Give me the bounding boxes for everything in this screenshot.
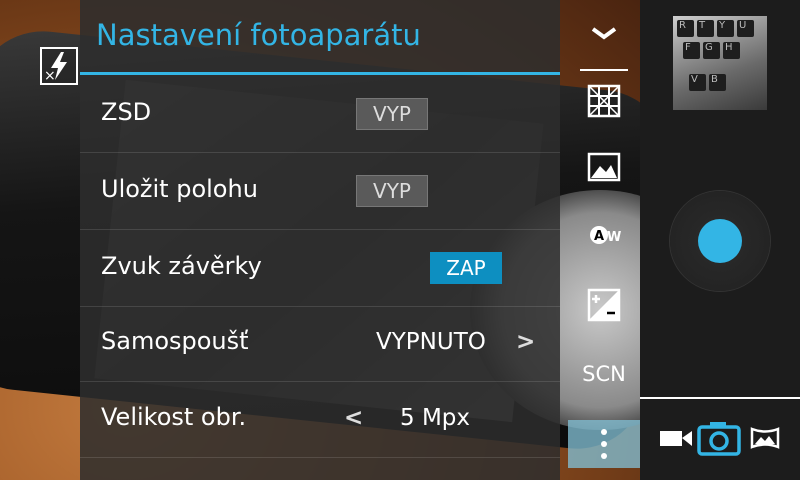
thumbnail-key: F	[683, 42, 700, 59]
last-photo-thumbnail[interactable]: R T Y U F G H V B	[673, 16, 767, 110]
thumbnail-key: V	[689, 74, 706, 91]
svg-text:W: W	[607, 230, 621, 245]
grid-icon	[587, 84, 621, 118]
setting-row-shutter-sound[interactable]: Zvuk závěrky ZAP	[80, 230, 560, 307]
thumbnail-key: Y	[717, 20, 734, 37]
setting-label: Samospoušť	[101, 327, 249, 355]
thumbnail-key: R	[677, 20, 694, 37]
panorama-mode-icon	[750, 427, 780, 449]
setting-label: Uložit polohu	[101, 175, 258, 203]
thumbnail-key: H	[723, 42, 740, 59]
title-divider	[80, 72, 560, 75]
setting-label: ZSD	[101, 98, 152, 126]
more-menu-button[interactable]	[568, 420, 640, 468]
white-balance-auto-icon: A W	[590, 226, 621, 245]
exposure-icon	[587, 288, 621, 322]
thumbnail-key: T	[697, 20, 714, 37]
thumbnail-key: U	[737, 20, 754, 37]
camera-settings-panel: Nastavení fotoaparátu ZSD VYP Uložit pol…	[80, 0, 560, 480]
camera-toolbar: A W SCN	[568, 0, 640, 480]
panorama-mode-button[interactable]	[748, 418, 782, 458]
mode-divider	[640, 397, 800, 399]
capture-control-strip: R T Y U F G H V B	[640, 0, 800, 480]
collapse-chevron-icon	[591, 27, 617, 40]
setting-row-image-size[interactable]: Velikost obr. < 5 Mpx	[80, 381, 560, 458]
setting-row-save-location[interactable]: Uložit polohu VYP	[80, 153, 560, 230]
setting-row-self-timer[interactable]: Samospoušť VYPNUTO >	[80, 305, 560, 382]
image-size-prev-arrow[interactable]: <	[344, 405, 363, 431]
collapse-button[interactable]	[585, 14, 623, 52]
toolbar-divider	[580, 69, 628, 71]
svg-text:A: A	[594, 229, 604, 244]
image-size-value: 5 Mpx	[400, 405, 470, 431]
flash-toggle-button[interactable]: ×	[40, 47, 78, 85]
setting-label: Zvuk závěrky	[101, 252, 262, 280]
scene-mode-button[interactable]: SCN	[568, 362, 640, 386]
video-mode-button[interactable]	[658, 418, 694, 458]
picture-icon	[587, 152, 621, 182]
shutter-sound-toggle[interactable]: ZAP	[430, 252, 502, 284]
zsd-toggle[interactable]: VYP	[356, 98, 428, 130]
thumbnail-key: B	[709, 74, 726, 91]
self-timer-value: VYPNUTO	[376, 329, 486, 355]
settings-title: Nastavení fotoaparátu	[96, 18, 421, 52]
video-mode-icon	[660, 431, 692, 446]
setting-label: Velikost obr.	[101, 403, 247, 431]
shutter-button[interactable]	[698, 219, 742, 263]
picture-settings-button[interactable]	[585, 148, 623, 186]
camera-mode-icon	[697, 422, 741, 456]
self-timer-next-arrow[interactable]: >	[516, 329, 535, 355]
save-location-toggle[interactable]: VYP	[356, 175, 428, 207]
setting-row-zsd[interactable]: ZSD VYP	[80, 76, 560, 153]
camera-mode-button[interactable]	[696, 418, 742, 458]
svg-text:×: ×	[44, 68, 56, 83]
flash-off-icon: ×	[44, 52, 67, 84]
grid-button[interactable]	[585, 82, 623, 120]
white-balance-button[interactable]: A W	[585, 216, 623, 254]
exposure-button[interactable]	[585, 286, 623, 324]
more-menu-icon	[601, 429, 607, 459]
thumbnail-key: G	[703, 42, 720, 59]
